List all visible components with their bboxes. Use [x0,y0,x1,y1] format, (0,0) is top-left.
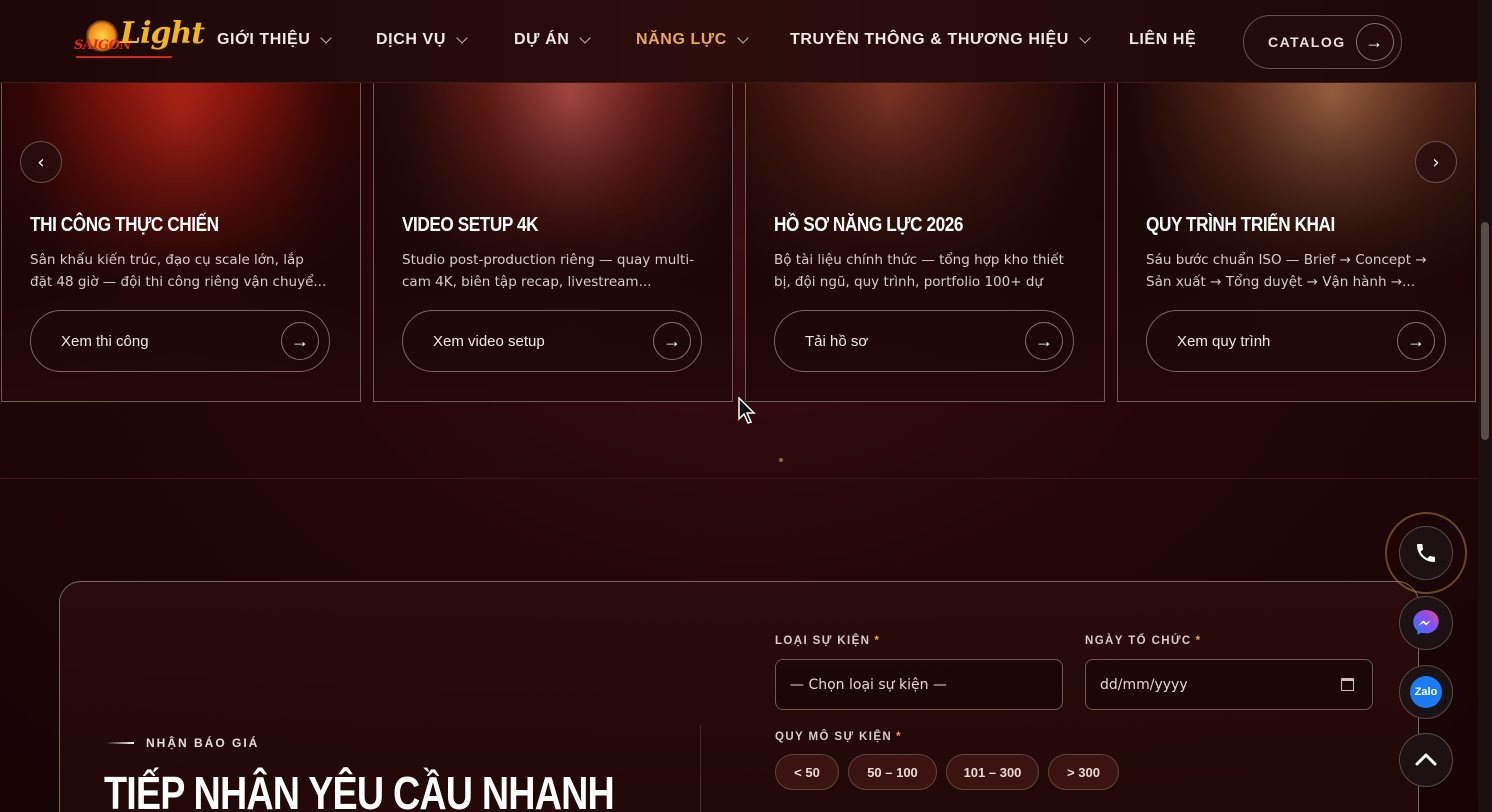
scale-option-gt300[interactable]: > 300 [1048,754,1119,790]
card-video-setup: VIDEO SETUP 4K Studio post-production ri… [373,83,733,402]
nav-label: LIÊN HỆ [1129,31,1197,48]
required-mark: * [1195,635,1202,647]
card-button-label: Xem video setup [433,332,545,350]
mouse-cursor-icon [738,397,756,424]
chevron-left-icon: ‹ [37,151,45,173]
eyebrow-label: NHẬN BÁO GIÁ [146,736,260,750]
date-placeholder: dd/mm/yyyy [1100,676,1188,693]
nav-item-dich-vu[interactable]: DỊCH VỤ [376,31,468,49]
card-title: HỒ SƠ NĂNG LỰC 2026 [774,214,963,236]
card-title: THI CÔNG THỰC CHIẾN [30,214,219,236]
quote-title: TIẾP NHẬN YÊU CẦU NHANH [104,767,615,812]
nav-label: TRUYỀN THÔNG & THƯƠNG HIỆU [790,31,1069,48]
label-text: LOẠI SỰ KIỆN [775,635,871,647]
chevron-up-icon [1415,753,1437,766]
scrollbar-thumb[interactable] [1481,222,1489,440]
chevron-down-icon [737,31,749,44]
nav-label: NĂNG LỰC [636,31,727,48]
label-text: NGÀY TỔ CHỨC [1085,635,1192,647]
messenger-button[interactable] [1399,596,1453,650]
card-button[interactable]: Xem video setup → [402,310,702,372]
card-button-label: Tải hồ sơ [805,332,869,350]
calendar-icon[interactable] [1341,678,1354,691]
logo-underline [76,56,172,58]
chevron-right-icon: › [1432,151,1440,173]
nav-item-truyen-thong[interactable]: TRUYỀN THÔNG & THƯƠNG HIỆU [790,31,1091,49]
card-button[interactable]: Xem thi công → [30,310,330,372]
card-title: VIDEO SETUP 4K [402,214,539,236]
card-button[interactable]: Tải hồ sơ → [774,310,1074,372]
arrow-right-icon: → [1025,322,1063,360]
card-description: Sân khấu kiến trúc, đạo cụ scale lớn, lắ… [30,252,327,290]
zalo-icon: Zalo [1410,676,1442,708]
nav-item-nang-luc[interactable]: NĂNG LỰC [636,31,749,49]
site-header: SAIGON Light GIỚI THIỆU DỊCH VỤ DỰ ÁN NĂ… [0,0,1478,83]
nav-label: DỰ ÁN [514,31,570,48]
slider-prev-button[interactable]: ‹ [20,141,62,183]
arrow-right-icon: → [281,322,319,360]
nav-item-du-an[interactable]: DỰ ÁN [514,31,592,49]
chevron-down-icon [456,31,468,44]
messenger-icon [1413,610,1439,635]
scroll-top-button[interactable] [1399,733,1453,787]
logo[interactable]: SAIGON Light [74,16,205,60]
chevron-down-icon [579,31,592,44]
catalog-label: CATALOG [1268,34,1346,50]
event-date-label: NGÀY TỔ CHỨC * [1085,635,1202,647]
event-scale-label: QUY MÔ SỰ KIỆN * [775,731,902,743]
card-button-label: Xem thi công [61,332,149,350]
required-mark: * [896,731,902,743]
zalo-button[interactable]: Zalo [1399,665,1453,719]
chevron-down-icon [1079,31,1091,44]
eyebrow-line [106,742,134,744]
scale-option-50-100[interactable]: 50 – 100 [848,754,937,790]
scale-option-lt50[interactable]: < 50 [775,754,839,790]
arrow-right-icon: → [653,322,691,360]
phone-button[interactable] [1399,526,1453,580]
phone-icon [1417,544,1435,562]
card-quy-trinh: QUY TRÌNH TRIỂN KHAI Sáu bước chuẩn ISO … [1117,83,1476,402]
required-mark: * [874,635,881,647]
nav-label: DỊCH VỤ [376,31,446,48]
label-text: QUY MÔ SỰ KIỆN [775,731,893,743]
slider-pagination-dot[interactable] [779,458,783,462]
panel-divider [700,725,701,812]
card-button-label: Xem quy trình [1177,332,1271,350]
slider-next-button[interactable]: › [1415,141,1457,183]
select-value: — Chọn loại sự kiện — [790,676,947,693]
event-type-select[interactable]: — Chọn loại sự kiện — [775,659,1063,710]
logo-word-2: Light [120,16,205,51]
quote-eyebrow: NHẬN BÁO GIÁ [106,736,259,750]
chevron-down-icon [320,31,333,44]
card-ho-so-nang-luc: HỒ SƠ NĂNG LỰC 2026 Bộ tài liệu chính th… [745,83,1105,402]
card-thi-cong: THI CÔNG THỰC CHIẾN Sân khấu kiến trúc, … [1,83,361,402]
section-divider [0,478,1478,479]
card-title: QUY TRÌNH TRIỂN KHAI [1146,214,1335,236]
nav-label: GIỚI THIỆU [217,31,311,48]
nav-item-lien-he[interactable]: LIÊN HỆ [1129,31,1196,49]
event-date-input[interactable]: dd/mm/yyyy [1085,659,1373,710]
scale-option-101-300[interactable]: 101 – 300 [946,754,1039,790]
arrow-right-icon: → [1397,322,1435,360]
zalo-label: Zalo [1414,686,1438,698]
nav-item-gioi-thieu[interactable]: GIỚI THIỆU [217,31,333,49]
arrow-right-icon: → [1356,23,1394,61]
card-button[interactable]: Xem quy trình → [1146,310,1446,372]
event-type-label: LOẠI SỰ KIỆN * [775,635,880,647]
card-description: Studio post-production riêng — quay mult… [402,252,694,290]
card-description: Bộ tài liệu chính thức — tổng hợp kho th… [774,252,1064,290]
catalog-button[interactable]: CATALOG → [1243,15,1402,69]
card-description: Sáu bước chuẩn ISO — Brief → Concept → S… [1146,252,1427,290]
